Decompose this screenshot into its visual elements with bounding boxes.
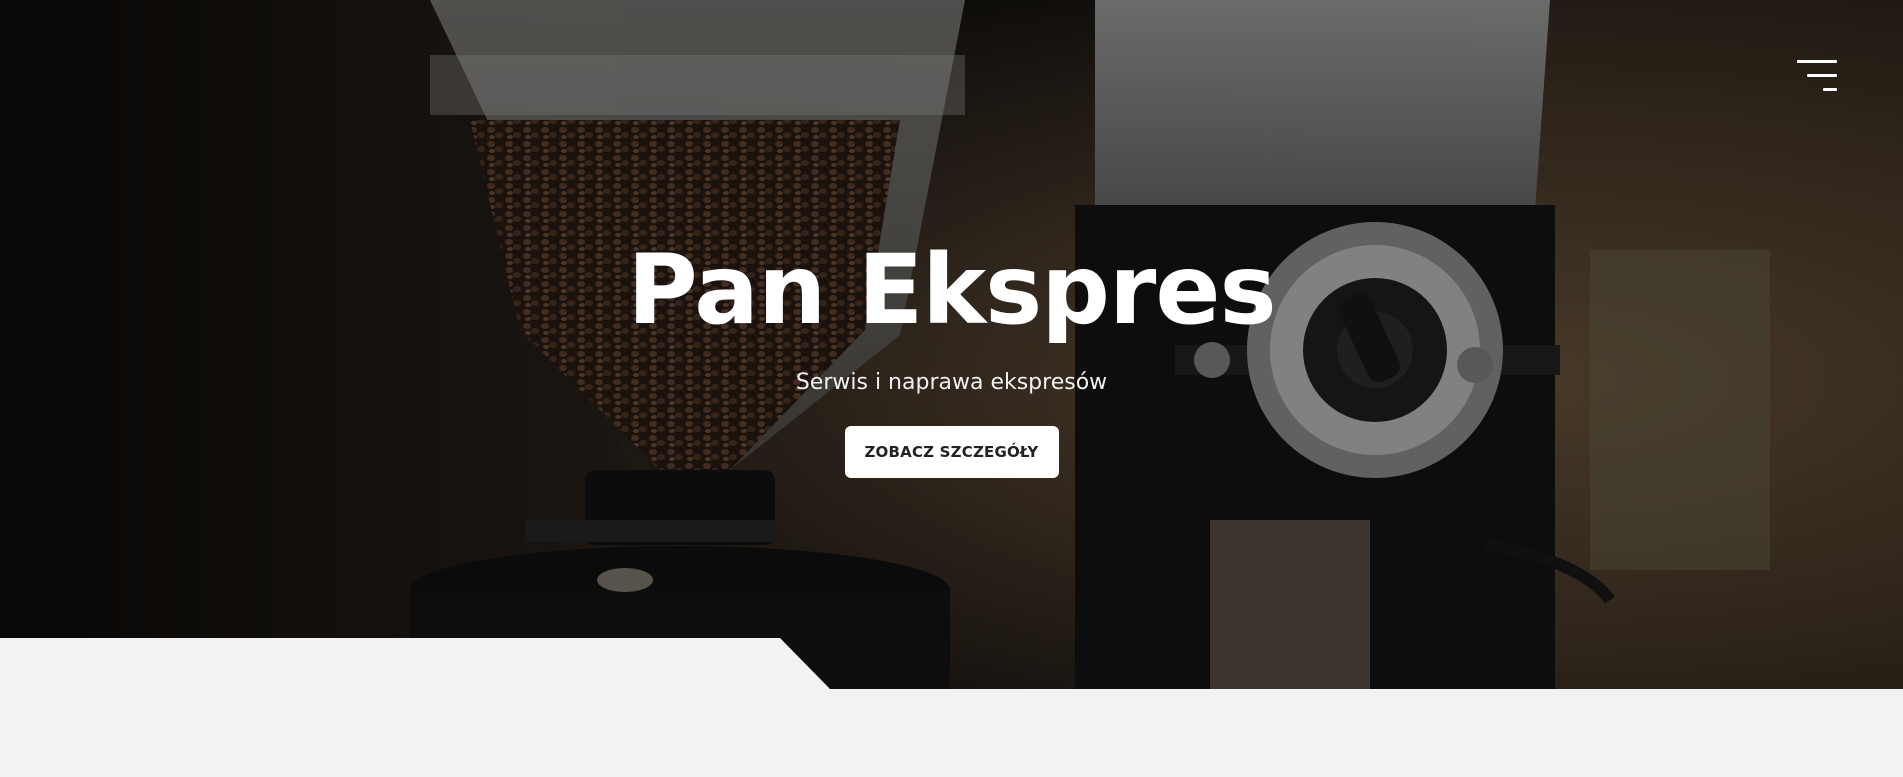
view-details-button[interactable]: ZOBACZ SZCZEGÓŁY [844, 426, 1059, 478]
menu-line-bottom [1823, 88, 1837, 91]
menu-line-middle [1807, 74, 1837, 77]
menu-line-top [1797, 60, 1837, 63]
hero-title: Pan Ekspres [627, 234, 1276, 346]
hero-content: Pan Ekspres Serwis i naprawa ekspresów Z… [0, 230, 1903, 478]
hero-bottom-divider [0, 638, 1903, 777]
hamburger-menu-icon[interactable] [1797, 58, 1841, 94]
hero-subtitle: Serwis i naprawa ekspresów [795, 370, 1108, 395]
hero-section: Pan Ekspres Serwis i naprawa ekspresów Z… [0, 0, 1903, 690]
page: Pan Ekspres Serwis i naprawa ekspresów Z… [0, 0, 1903, 777]
